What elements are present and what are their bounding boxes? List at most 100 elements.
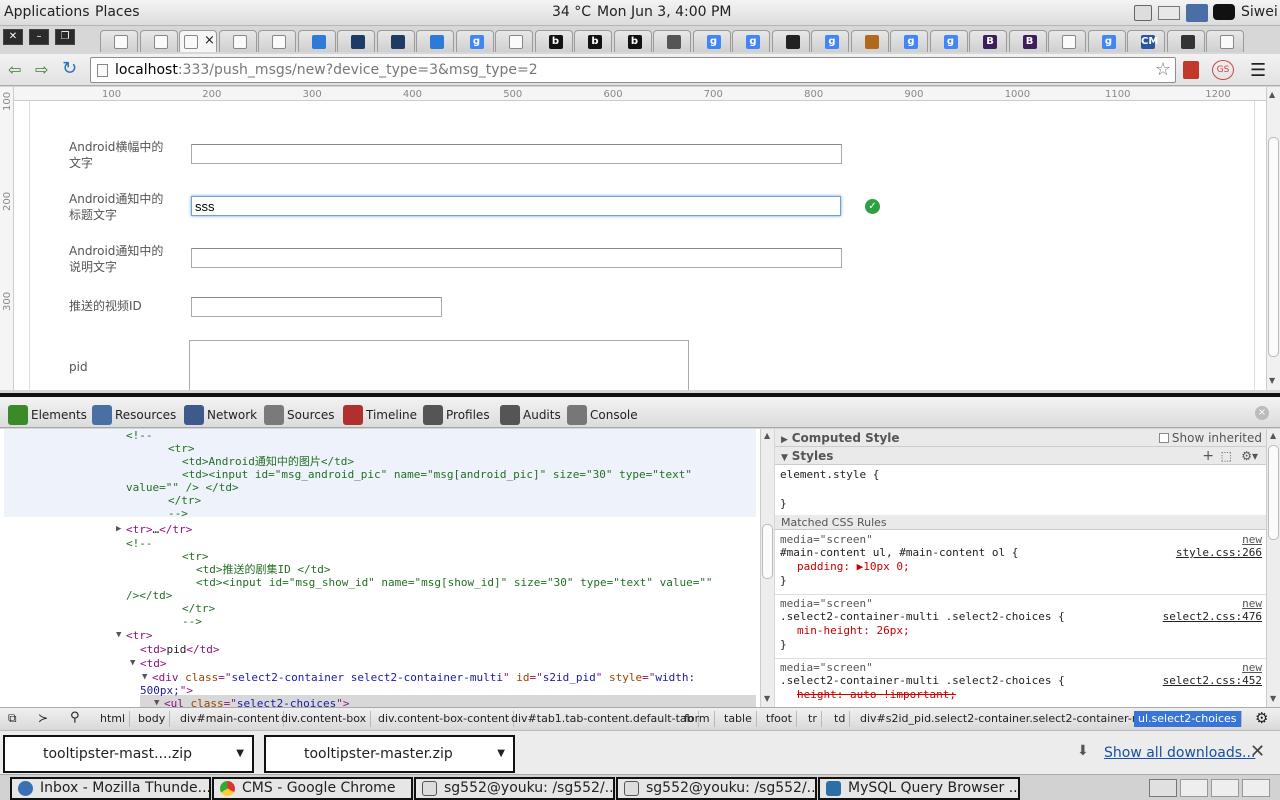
pid-select2-box[interactable] — [189, 340, 689, 390]
dom-scroll-up-icon[interactable]: ▲ — [764, 431, 770, 440]
browser-tab[interactable]: CM — [1127, 30, 1165, 52]
css-rule[interactable]: media="screen" new .select2-container-mult… — [775, 661, 1266, 707]
places-menu[interactable]: Places — [95, 4, 140, 20]
rule-selector[interactable]: #main-content ul, #main-content ol { — [780, 546, 1018, 560]
browser-tab[interactable] — [297, 30, 336, 52]
rule-new-link[interactable]: new — [1242, 533, 1262, 547]
page-scrollbar[interactable]: ▲ ▼ — [1266, 87, 1280, 390]
task-terminal-2[interactable]: sg552@youku: /sg552/... — [616, 777, 817, 800]
breadcrumb-item[interactable]: div#s2id_pid.select2-container.select2-c… — [856, 711, 1165, 727]
dom-node-line[interactable]: ▼ <tr> — [116, 629, 153, 642]
dom-node-line[interactable]: <td>推送的剧集ID </td> — [196, 563, 330, 576]
breadcrumb-item[interactable]: div.content-box-content — [374, 711, 515, 727]
breadcrumb-item[interactable]: ul.select2-choices — [1134, 711, 1242, 727]
dom-node-line[interactable]: --> — [182, 615, 202, 628]
devtools-tab-sources[interactable]: Sources — [264, 405, 334, 425]
browser-tab[interactable]: × — [179, 30, 217, 52]
dom-node-line[interactable]: /></td> — [126, 589, 172, 602]
browser-tab[interactable]: g — [811, 30, 849, 52]
dom-node-line[interactable]: <td><input id="msg_android_pic" name="ms… — [182, 468, 692, 481]
task-chrome[interactable]: CMS - Google Chrome — [212, 777, 413, 800]
breadcrumb-item[interactable]: table — [720, 711, 757, 727]
window-close-icon[interactable]: ✕ — [3, 29, 23, 45]
styles-header[interactable]: ▼ Styles + ⬚ ⚙▾ — [775, 447, 1266, 465]
reload-icon[interactable]: ↻ — [62, 58, 77, 79]
network-icon[interactable] — [1186, 4, 1208, 22]
browser-tab[interactable]: g — [455, 30, 494, 52]
devtools-close-icon[interactable]: × — [1255, 406, 1269, 420]
browser-tab[interactable] — [1048, 30, 1086, 52]
notify-title-input[interactable] — [191, 196, 841, 216]
expand-node-icon[interactable]: ▶ — [116, 523, 121, 536]
show-inherited-toggle[interactable]: Show inherited — [1158, 429, 1262, 447]
scroll-up-icon[interactable]: ▲ — [1269, 90, 1275, 99]
dom-scroll-thumb[interactable] — [762, 524, 773, 579]
browser-tab[interactable]: b — [574, 30, 612, 52]
rule-new-link[interactable]: new — [1242, 661, 1262, 675]
gs-ext-icon[interactable]: GS — [1212, 60, 1234, 80]
dom-node-line[interactable]: ▼ <div class="select2-container select2-c… — [142, 671, 695, 684]
bookmark-star-icon[interactable]: ☆ — [1155, 58, 1171, 82]
rule-declaration[interactable]: height: auto !important; — [797, 688, 956, 702]
workspace-switcher-4[interactable] — [1242, 779, 1270, 797]
computed-style-header[interactable]: ▶ Computed Style Show inherited — [775, 429, 1266, 447]
dom-node-line[interactable]: <td>pid</td> — [140, 643, 220, 656]
dropdown-arrow-icon[interactable]: ▼ — [497, 737, 505, 771]
rule-source-link[interactable]: select2.css:452 — [1163, 674, 1262, 688]
notify-desc-input[interactable] — [191, 248, 842, 268]
console-drawer-icon[interactable]: ≻ — [38, 711, 48, 725]
browser-tab[interactable] — [850, 30, 889, 52]
workspace-switcher-3[interactable] — [1211, 779, 1239, 797]
styles-scrollbar[interactable]: ▲ ▼ — [1266, 429, 1280, 707]
scroll-down-icon[interactable]: ▼ — [1269, 376, 1275, 385]
dom-node-line[interactable]: <!-- — [126, 429, 153, 442]
browser-tab[interactable]: g — [929, 30, 968, 52]
styles-gear-icon[interactable]: ⚙▾ — [1241, 447, 1258, 465]
browser-tab[interactable]: g — [1087, 30, 1126, 52]
browser-tab[interactable] — [100, 30, 138, 52]
tab-close-icon[interactable]: × — [204, 33, 215, 48]
video-id-input[interactable] — [191, 297, 442, 317]
browser-tab[interactable]: b — [613, 30, 652, 52]
back-icon[interactable]: ⇦ — [8, 60, 21, 79]
show-all-downloads-link[interactable]: Show all downloads... — [1104, 745, 1255, 761]
rule-source-link[interactable]: select2.css:476 — [1163, 610, 1262, 624]
browser-tab[interactable] — [1206, 30, 1244, 52]
workspace-switcher-2[interactable] — [1180, 779, 1208, 797]
workspace-icon[interactable] — [1134, 5, 1152, 21]
browser-tab[interactable]: g — [732, 30, 770, 52]
bookmark-ext-icon[interactable] — [1183, 61, 1199, 79]
dom-node-line[interactable]: <td>Android通知中的图片</td> — [182, 455, 354, 468]
browser-tab[interactable]: B — [1008, 30, 1047, 52]
breadcrumb-item[interactable]: form — [680, 711, 715, 727]
browser-tab[interactable] — [416, 30, 454, 52]
devtools-tab-elements[interactable]: Elements — [8, 405, 87, 425]
clock[interactable]: Mon Jun 3, 4:00 PM — [597, 4, 732, 20]
rule-declaration[interactable]: padding: ▶10px 0; — [797, 560, 910, 574]
page-scroll-thumb[interactable] — [1268, 137, 1279, 357]
browser-tab[interactable] — [258, 30, 296, 52]
dom-node-line[interactable]: <!-- — [126, 537, 153, 550]
task-thunderbird[interactable]: Inbox - Mozilla Thunde... — [10, 777, 211, 800]
browser-tab[interactable] — [337, 30, 375, 52]
browser-tab[interactable] — [653, 30, 691, 52]
keyboard-icon[interactable] — [1158, 6, 1180, 20]
chat-icon[interactable] — [1213, 4, 1235, 20]
window-restore-icon[interactable]: ❐ — [55, 29, 75, 45]
forward-icon[interactable]: ⇨ — [35, 60, 48, 79]
dom-node-line[interactable]: 500px;"> — [140, 684, 193, 697]
banner-text-input[interactable] — [191, 144, 842, 164]
breadcrumb-item[interactable]: tfoot — [762, 711, 797, 727]
collapse-node-icon[interactable]: ▼ — [116, 629, 121, 642]
browser-tab[interactable]: g — [692, 30, 731, 52]
task-terminal-1[interactable]: sg552@youku: /sg552/... — [414, 777, 615, 800]
devtools-tab-console[interactable]: Console — [567, 405, 638, 425]
styles-scroll-thumb[interactable] — [1268, 445, 1279, 540]
breadcrumb-item[interactable]: td — [830, 711, 851, 727]
show-inherited-checkbox[interactable] — [1158, 433, 1169, 443]
applications-menu[interactable]: Applications — [4, 4, 90, 20]
devtools-tab-timeline[interactable]: Timeline — [343, 405, 417, 425]
dom-node-line[interactable]: <td><input id="msg_show_id" name="msg[sh… — [196, 576, 713, 589]
dom-scroll-down-icon[interactable]: ▼ — [764, 694, 770, 703]
user-name[interactable]: Siwei — [1241, 4, 1278, 20]
